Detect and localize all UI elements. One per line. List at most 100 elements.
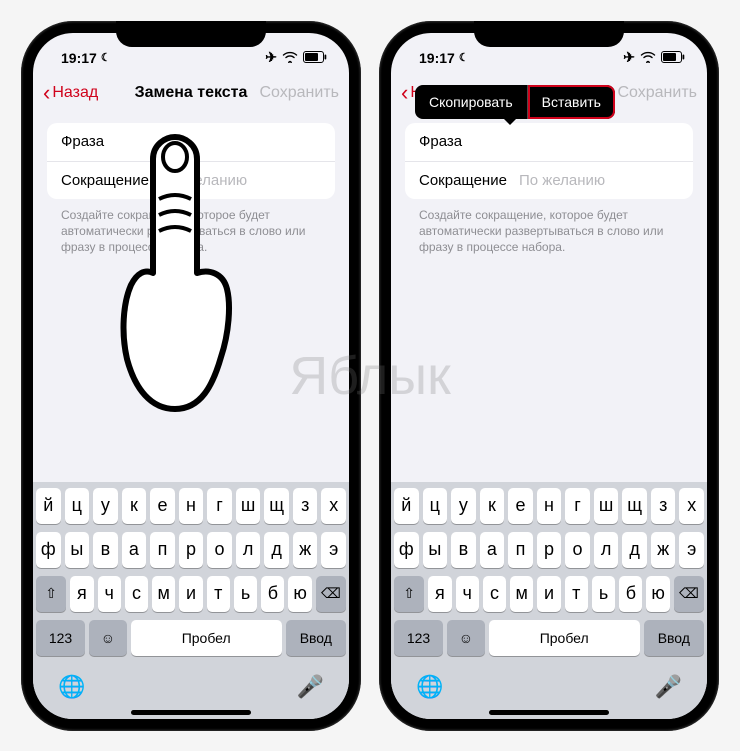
key[interactable]: з — [651, 488, 676, 524]
globe-icon[interactable]: 🌐 — [58, 674, 85, 700]
key[interactable]: р — [537, 532, 562, 568]
key[interactable]: й — [394, 488, 419, 524]
key[interactable]: ц — [423, 488, 448, 524]
space-key[interactable]: Пробел — [131, 620, 282, 656]
mic-icon[interactable]: 🎤 — [655, 674, 682, 700]
key[interactable]: и — [179, 576, 202, 612]
key[interactable]: о — [207, 532, 232, 568]
key[interactable]: г — [565, 488, 590, 524]
mic-icon[interactable]: 🎤 — [297, 674, 324, 700]
shortcut-input[interactable] — [519, 172, 707, 189]
shortcut-row[interactable]: Сокращение — [405, 161, 693, 199]
key[interactable]: ч — [456, 576, 479, 612]
shift-key[interactable]: ⇧ — [394, 576, 424, 612]
key[interactable]: э — [679, 532, 704, 568]
key[interactable]: ч — [98, 576, 121, 612]
key[interactable]: у — [93, 488, 118, 524]
enter-key[interactable]: Ввод — [644, 620, 704, 656]
key[interactable]: н — [179, 488, 204, 524]
key[interactable]: и — [537, 576, 560, 612]
key[interactable]: ь — [592, 576, 615, 612]
key[interactable]: в — [451, 532, 476, 568]
key[interactable]: л — [236, 532, 261, 568]
globe-icon[interactable]: 🌐 — [416, 674, 443, 700]
form-group: Скопировать Вставить Фраза Сокращение — [405, 123, 693, 199]
key[interactable]: у — [451, 488, 476, 524]
key[interactable]: ь — [234, 576, 257, 612]
save-button[interactable]: Сохранить — [259, 84, 339, 102]
key[interactable]: х — [679, 488, 704, 524]
key[interactable]: ф — [394, 532, 419, 568]
key[interactable]: г — [207, 488, 232, 524]
key[interactable]: ж — [651, 532, 676, 568]
key[interactable]: д — [264, 532, 289, 568]
key[interactable]: к — [480, 488, 505, 524]
key[interactable]: щ — [622, 488, 647, 524]
key[interactable]: п — [508, 532, 533, 568]
key[interactable]: р — [179, 532, 204, 568]
shift-key[interactable]: ⇧ — [36, 576, 66, 612]
key[interactable]: л — [594, 532, 619, 568]
space-key[interactable]: Пробел — [489, 620, 640, 656]
phrase-input[interactable] — [529, 133, 707, 150]
key[interactable]: щ — [264, 488, 289, 524]
key[interactable]: ю — [646, 576, 669, 612]
key[interactable]: к — [122, 488, 147, 524]
key[interactable]: ф — [36, 532, 61, 568]
enter-key[interactable]: Ввод — [286, 620, 346, 656]
key[interactable]: п — [150, 532, 175, 568]
key[interactable]: я — [70, 576, 93, 612]
kb-row-4: 123 ☺ Пробел Ввод — [394, 620, 704, 656]
context-paste[interactable]: Вставить — [527, 85, 615, 119]
key[interactable]: е — [150, 488, 175, 524]
key[interactable]: ц — [65, 488, 90, 524]
key[interactable]: н — [537, 488, 562, 524]
key[interactable]: д — [622, 532, 647, 568]
phrase-row[interactable]: Фраза — [405, 123, 693, 161]
shortcut-input[interactable] — [161, 172, 349, 189]
key[interactable]: а — [480, 532, 505, 568]
key[interactable]: т — [565, 576, 588, 612]
key[interactable]: я — [428, 576, 451, 612]
status-time: 19:17 — [61, 50, 97, 66]
key[interactable]: ж — [293, 532, 318, 568]
key[interactable]: ы — [423, 532, 448, 568]
key[interactable]: б — [261, 576, 284, 612]
key[interactable]: ш — [236, 488, 261, 524]
emoji-key[interactable]: ☺ — [447, 620, 485, 656]
emoji-key[interactable]: ☺ — [89, 620, 127, 656]
context-copy[interactable]: Скопировать — [415, 85, 527, 119]
key[interactable]: й — [36, 488, 61, 524]
back-button[interactable]: ‹ Назад — [43, 82, 98, 104]
backspace-key[interactable]: ⌫ — [674, 576, 704, 612]
key[interactable]: м — [510, 576, 533, 612]
key[interactable]: х — [321, 488, 346, 524]
save-button[interactable]: Сохранить — [617, 84, 697, 102]
page-title: Замена текста — [135, 84, 248, 102]
phrase-input[interactable] — [171, 133, 349, 150]
key[interactable]: о — [565, 532, 590, 568]
key[interactable]: в — [93, 532, 118, 568]
airplane-icon: ✈ — [265, 49, 277, 66]
numbers-key[interactable]: 123 — [394, 620, 443, 656]
key[interactable]: с — [483, 576, 506, 612]
backspace-key[interactable]: ⌫ — [316, 576, 346, 612]
key[interactable]: е — [508, 488, 533, 524]
key[interactable]: ю — [288, 576, 311, 612]
key[interactable]: б — [619, 576, 642, 612]
key[interactable]: м — [152, 576, 175, 612]
phrase-row[interactable]: Фраза — [47, 123, 335, 161]
home-indicator[interactable] — [489, 710, 609, 715]
key[interactable]: ш — [594, 488, 619, 524]
key[interactable]: а — [122, 532, 147, 568]
key[interactable]: т — [207, 576, 230, 612]
key[interactable]: з — [293, 488, 318, 524]
key[interactable]: э — [321, 532, 346, 568]
keyboard: й ц у к е н г ш щ з х ф ы в а п р о л — [33, 482, 349, 719]
battery-icon — [303, 50, 327, 66]
shortcut-row[interactable]: Сокращение — [47, 161, 335, 199]
home-indicator[interactable] — [131, 710, 251, 715]
key[interactable]: ы — [65, 532, 90, 568]
key[interactable]: с — [125, 576, 148, 612]
numbers-key[interactable]: 123 — [36, 620, 85, 656]
